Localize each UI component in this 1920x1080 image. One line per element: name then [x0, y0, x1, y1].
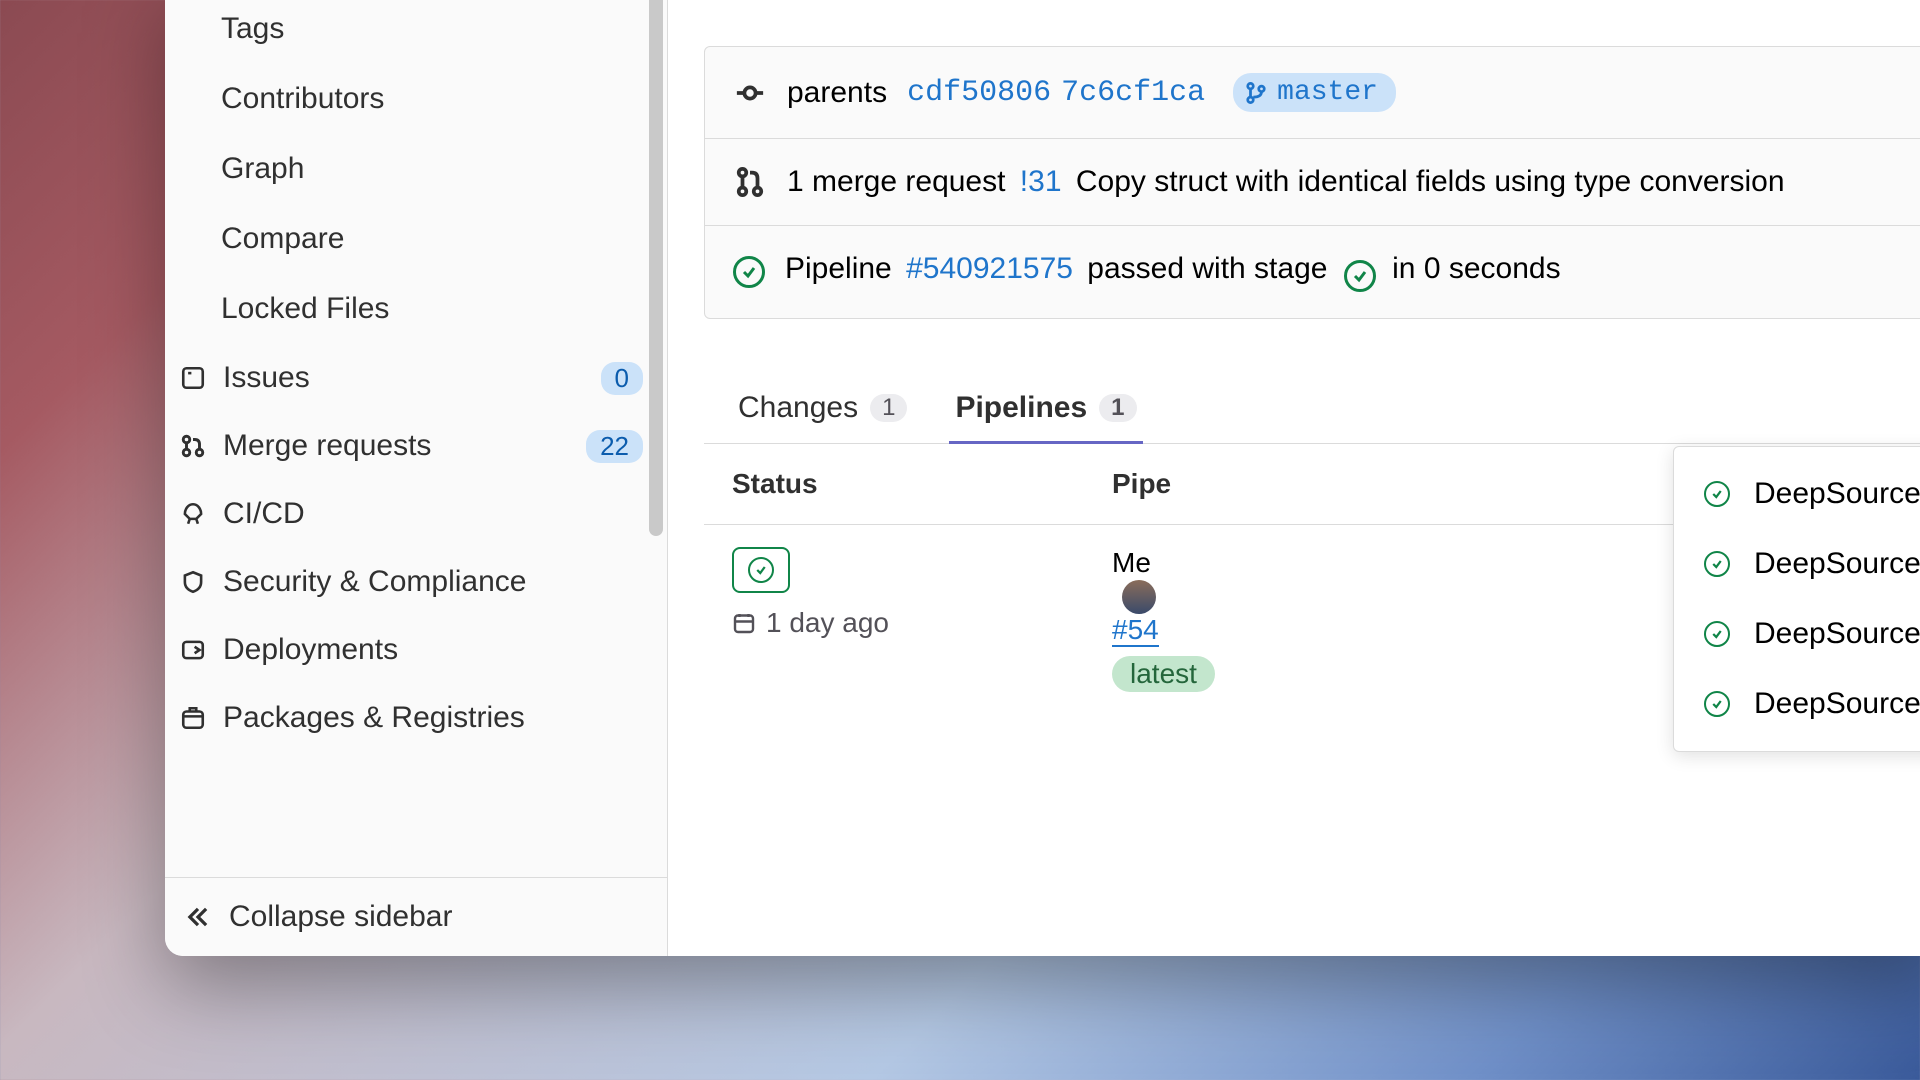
pipeline-id-link[interactable]: #540921575 [906, 252, 1073, 285]
sidebar-item-label: Packages & Registries [223, 701, 643, 735]
deployments-icon [179, 636, 207, 664]
sidebar-item-deployments[interactable]: Deployments [165, 616, 667, 684]
sidebar-item-security[interactable]: Security & Compliance [165, 548, 667, 616]
status-passed-icon [733, 256, 765, 288]
pipeline-label: Pipeline [785, 252, 892, 285]
tab-label: Changes [738, 391, 858, 425]
tab-changes[interactable]: Changes 1 [732, 373, 913, 443]
sidebar-item-issues[interactable]: Issues 0 [165, 344, 667, 412]
job-item[interactable]: DeepSource: Go [1674, 459, 1920, 529]
parent-sha-1[interactable]: cdf50806 [907, 76, 1051, 110]
tab-pipelines[interactable]: Pipelines 1 [949, 373, 1142, 443]
pipeline-summary-row: Pipeline #540921575 passed with stage in… [705, 226, 1920, 318]
sidebar-item-label: CI/CD [223, 497, 643, 531]
stage-status-icon[interactable] [1344, 260, 1376, 292]
sidebar-scrollbar[interactable] [647, 0, 665, 746]
tabs: Changes 1 Pipelines 1 [704, 373, 1920, 444]
tab-count: 1 [1099, 394, 1136, 422]
status-passed-icon [1704, 691, 1730, 717]
pipeline-title-frag: Me [1112, 547, 1151, 578]
rocket-icon [179, 500, 207, 528]
main-content: parents cdf50806 7c6cf1ca master 1 merge… [668, 0, 1920, 956]
avatar[interactable] [1122, 580, 1156, 614]
merge-request-icon [733, 165, 767, 199]
job-label: DeepSource: Transf… [1754, 687, 1920, 721]
app-window: Tags Contributors Graph Compare Locked F… [165, 0, 1920, 956]
sidebar: Tags Contributors Graph Compare Locked F… [165, 0, 668, 956]
job-label: DeepSource: Go [1754, 477, 1920, 511]
calendar-icon [732, 611, 756, 635]
sidebar-item-cicd[interactable]: CI/CD [165, 480, 667, 548]
sidebar-subitem-graph[interactable]: Graph [165, 134, 667, 204]
sidebar-item-label: Merge requests [223, 429, 570, 463]
status-passed-icon [1704, 551, 1730, 577]
sidebar-subitem-tags[interactable]: Tags [165, 0, 667, 64]
commit-info-box: parents cdf50806 7c6cf1ca master 1 merge… [704, 46, 1920, 319]
sidebar-item-label: Issues [223, 361, 585, 395]
job-item[interactable]: DeepSource: Secrets [1674, 599, 1920, 669]
issues-badge: 0 [601, 362, 643, 395]
sidebar-scroll: Tags Contributors Graph Compare Locked F… [165, 0, 667, 877]
sidebar-scrollbar-thumb[interactable] [649, 0, 663, 536]
branch-name: master [1277, 77, 1378, 108]
merge-request-row: 1 merge request !31 Copy struct with ide… [705, 139, 1920, 226]
sidebar-subitem-contributors[interactable]: Contributors [165, 64, 667, 134]
job-item[interactable]: DeepSource: Python [1674, 529, 1920, 599]
stage-jobs-popover: DeepSource: Go DeepSource: Python DeepSo… [1673, 446, 1920, 752]
branch-icon [1245, 82, 1267, 104]
package-icon [179, 704, 207, 732]
pipeline-time: 1 day ago [732, 607, 1112, 639]
collapse-sidebar-button[interactable]: Collapse sidebar [165, 877, 667, 956]
job-label: DeepSource: Secrets [1754, 617, 1920, 651]
pipeline-id-frag[interactable]: #54 [1112, 614, 1159, 647]
parents-label: parents [787, 76, 887, 110]
shield-icon [179, 568, 207, 596]
branch-badge[interactable]: master [1233, 73, 1396, 112]
mr-badge: 22 [586, 430, 643, 463]
mr-title: Copy struct with identical fields using … [1076, 165, 1785, 198]
issues-icon [179, 364, 207, 392]
latest-tag: latest [1112, 656, 1215, 692]
tab-count: 1 [870, 394, 907, 422]
sidebar-subitem-locked-files[interactable]: Locked Files [165, 274, 667, 344]
status-passed-icon [1704, 621, 1730, 647]
time-label: 1 day ago [766, 607, 889, 639]
pipeline-status-button[interactable] [732, 547, 790, 593]
sidebar-subitem-compare[interactable]: Compare [165, 204, 667, 274]
pipeline-mid: passed with stage [1087, 252, 1327, 285]
merge-request-icon [179, 432, 207, 460]
sidebar-item-label: Security & Compliance [223, 565, 643, 599]
mr-count: 1 merge request [787, 165, 1005, 198]
parents-row: parents cdf50806 7c6cf1ca master [705, 47, 1920, 139]
tab-label: Pipelines [955, 391, 1087, 425]
commit-icon [733, 76, 767, 110]
sidebar-item-packages[interactable]: Packages & Registries [165, 684, 667, 752]
chevron-double-left-icon [185, 904, 211, 930]
job-label: DeepSource: Python [1754, 547, 1920, 581]
status-passed-icon [1704, 481, 1730, 507]
parent-sha-2[interactable]: 7c6cf1ca [1061, 76, 1205, 110]
collapse-label: Collapse sidebar [229, 900, 452, 934]
pipeline-suffix: in 0 seconds [1392, 252, 1560, 285]
job-item[interactable]: DeepSource: Transf… [1674, 669, 1920, 739]
status-passed-icon [748, 557, 774, 583]
mr-id-link[interactable]: !31 [1020, 165, 1062, 198]
sidebar-item-merge-requests[interactable]: Merge requests 22 [165, 412, 667, 480]
sidebar-item-label: Deployments [223, 633, 643, 667]
col-status: Status [732, 468, 1112, 500]
